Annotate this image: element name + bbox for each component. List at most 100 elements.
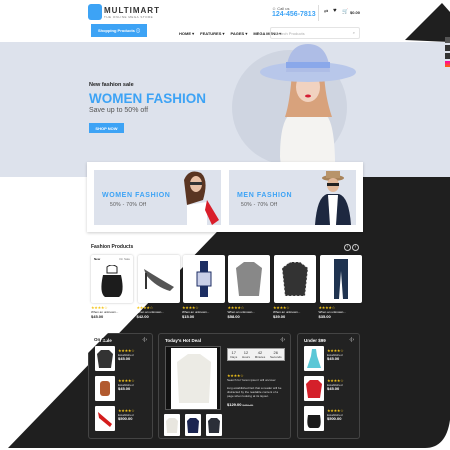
product-card[interactable] <box>228 255 270 303</box>
dress-thumb[interactable] <box>304 346 324 371</box>
product-info: ★★★★☆ When an unknown... $58.00 <box>228 305 274 319</box>
plaid-shirt-image <box>282 262 308 296</box>
prev-arrow-icon[interactable]: ‹ <box>344 244 351 251</box>
item-price: $500.00 <box>118 416 133 421</box>
watch-image <box>196 261 212 297</box>
panel-title: Under $99 <box>304 338 326 343</box>
deal-name[interactable]: Search for 'lorem ipsum' will uncover <box>227 378 285 382</box>
product-price: $15.00 <box>182 314 195 319</box>
sweater-thumb-navy[interactable] <box>185 414 201 436</box>
shop-now-button[interactable]: SHOP NOW <box>89 123 124 133</box>
countdown-seconds: 26 Seconds <box>269 350 282 359</box>
man-hat-image <box>315 171 351 225</box>
shop-button-label: Shopping Products <box>97 28 135 33</box>
panel-arrows[interactable]: ‹|› <box>349 337 354 343</box>
compare-icon[interactable]: ⇄ <box>324 9 328 15</box>
countdown-days: 17 Days <box>230 350 238 359</box>
hero-eyebrow: New fashion sale <box>89 82 134 88</box>
deal-image-frame <box>165 346 221 410</box>
product-info: ★★★★☆ When an unknown... $15.00 <box>182 305 228 319</box>
item-price: $45.00 <box>327 356 340 361</box>
red-heels-thumb[interactable] <box>95 406 115 431</box>
main-nav: HOME ▾ FEATURES ▾ PAGES ▾ MEGA MENU ▾ <box>179 31 281 36</box>
search-placeholder: Search Products <box>275 31 305 36</box>
product-price: $35.00 <box>318 314 331 319</box>
shirt-image <box>236 262 262 296</box>
search-input[interactable]: Search Products ⌕ <box>270 27 360 39</box>
heart-icon[interactable]: ♥ <box>333 8 337 14</box>
promo-subtitle: 50% - 70% Off <box>241 202 278 208</box>
red-shirt-thumb[interactable] <box>304 376 324 401</box>
countdown-timer: 17 Days 12 Hours 42 Minutes 26 Seconds <box>227 348 285 361</box>
sale-item: ★★★★☆ Established $500.00 <box>118 409 135 421</box>
facebook-icon[interactable] <box>445 37 450 43</box>
nav-pages[interactable]: PAGES ▾ <box>231 31 248 36</box>
backpack-thumb[interactable] <box>95 376 115 401</box>
twitter-icon[interactable] <box>445 45 450 51</box>
black-bag-thumb[interactable] <box>304 406 324 431</box>
info-icon: ⓘ <box>136 27 140 33</box>
promo-title: MEN FASHION <box>237 192 293 199</box>
deal-info: ★★★★☆ Search for 'lorem ipsum' will unco… <box>227 374 285 408</box>
item-price: $45.00 <box>118 356 131 361</box>
panel-title-overlay: On Sa <box>94 337 108 342</box>
promo-men[interactable]: MEN FASHION 50% - 70% Off <box>229 170 356 225</box>
product-card[interactable]: New On Sale <box>91 255 133 303</box>
product-card[interactable] <box>183 255 225 303</box>
promo-subtitle: 50% - 70% Off <box>110 202 147 208</box>
fashion-products-title: Fashion Products <box>91 244 134 250</box>
product-card[interactable] <box>138 255 180 303</box>
social-links <box>445 37 450 67</box>
product-info: ★★★★☆ When an unknown... $35.00 <box>319 305 365 319</box>
cart-total: $0.00 <box>350 10 361 15</box>
sale-item: ★★★★☆ Established $45.00 <box>118 379 135 391</box>
promo-title: WOMEN FASHION <box>102 192 171 199</box>
under99-item: ★★★★☆ Established $45.00 <box>327 379 344 391</box>
product-info: ★★★★☆ When an unknown... $39.00 <box>273 305 319 319</box>
woman-shopping-image <box>184 171 219 225</box>
sale-badge: On Sale <box>119 257 130 261</box>
under99-item: ★★★★☆ Established $500.00 <box>327 409 344 421</box>
search-icon[interactable]: ⌕ <box>353 30 355 35</box>
heels-image <box>144 269 174 291</box>
hero-title: WOMEN FASHION <box>89 91 206 106</box>
carousel-arrows: ‹ › <box>344 244 359 251</box>
sweater-image[interactable] <box>171 348 217 409</box>
panel-arrows[interactable]: ‹|› <box>142 337 147 343</box>
product-card[interactable] <box>274 255 316 303</box>
product-info: ★★★★☆ When an unknown... $42.00 <box>137 305 183 319</box>
hot-deal-panel: Today's Hot Deal ‹|› 17 Days 12 Hours 42 Mi… <box>158 333 291 439</box>
woman-model-image <box>260 44 356 177</box>
sweater-thumb-white[interactable] <box>164 414 180 436</box>
cart-icon[interactable]: 🛒 <box>342 9 348 15</box>
deal-desc: long established fact that a reader will… <box>227 386 282 398</box>
panel-arrows[interactable]: ‹|› <box>280 337 285 343</box>
shop-products-button[interactable]: Shopping Products ⓘ <box>91 24 147 37</box>
pinterest-icon[interactable] <box>445 53 450 59</box>
product-price: $39.00 <box>273 314 286 319</box>
under99-item: ★★★★☆ Established $45.00 <box>327 349 344 361</box>
under-99-panel: Under $99 ‹|› ★★★★☆ Established $45.00 ★★★… <box>297 333 360 439</box>
jeans-image <box>334 259 348 299</box>
logo-tagline: THE ONLINE MEGA STORE <box>104 15 154 19</box>
instagram-icon[interactable] <box>445 61 450 67</box>
sale-item: ★★★★☆ Established $45.00 <box>118 349 135 361</box>
sweater-thumb-black[interactable] <box>206 414 222 436</box>
promo-women[interactable]: WOMEN FASHION 50% - 70% Off <box>94 170 221 225</box>
nav-home[interactable]: HOME ▾ <box>179 31 194 36</box>
next-arrow-icon[interactable]: › <box>352 244 359 251</box>
item-price: $45.00 <box>118 386 131 391</box>
phone-number[interactable]: 124-456-7813 <box>272 11 316 18</box>
panel-title: Today's Hot Deal <box>165 338 201 343</box>
item-price: $45.00 <box>327 386 340 391</box>
new-badge: New <box>94 257 101 261</box>
product-card[interactable] <box>320 255 362 303</box>
hero-subtitle: Save up to 50% off <box>89 107 149 114</box>
nav-features[interactable]: FEATURES ▾ <box>200 31 224 36</box>
product-price: $45.00 <box>91 314 104 319</box>
promo-cards: WOMEN FASHION 50% - 70% Off MEN FASHION … <box>87 162 363 232</box>
logo[interactable]: MULTIMART <box>104 6 160 15</box>
logo-icon <box>88 4 102 20</box>
product-price: $58.00 <box>227 314 240 319</box>
hero-banner: New fashion sale WOMEN FASHION Save up t… <box>0 42 450 177</box>
